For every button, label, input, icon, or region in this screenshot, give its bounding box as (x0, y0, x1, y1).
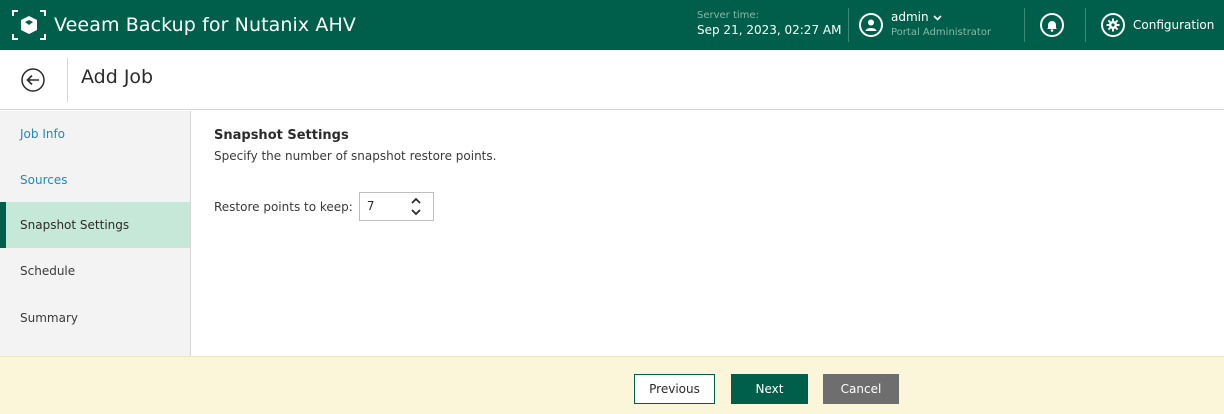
cancel-button[interactable]: Cancel (823, 374, 899, 404)
active-step-pointer (185, 229, 191, 241)
step-job-info[interactable]: Job Info (0, 111, 190, 157)
previous-button[interactable]: Previous (634, 374, 715, 404)
restore-points-value[interactable]: 7 (367, 199, 375, 213)
bell-icon[interactable] (1040, 13, 1064, 37)
divider (848, 8, 849, 42)
divider (1024, 8, 1025, 42)
brand: Veeam Backup for Nutanix AHV (10, 0, 356, 50)
section-title: Snapshot Settings (214, 128, 349, 143)
veeam-logo-icon (12, 10, 46, 40)
chevron-up-icon[interactable] (409, 196, 423, 206)
step-summary[interactable]: Summary (0, 295, 190, 341)
section-description: Specify the number of snapshot restore p… (214, 149, 497, 163)
user-icon (859, 13, 883, 37)
step-schedule[interactable]: Schedule (0, 248, 190, 294)
chevron-down-icon (933, 12, 942, 26)
wizard-footer: Previous Next Cancel (0, 356, 1224, 414)
server-time-label: Server time: (697, 10, 759, 21)
arrow-left-icon[interactable] (21, 68, 45, 92)
restore-points-stepper[interactable]: 7 (358, 192, 434, 221)
step-content: Snapshot Settings Specify the number of … (214, 128, 497, 221)
server-time: Server time: Sep 21, 2023, 02:27 AM (697, 10, 842, 38)
restore-points-label: Restore points to keep: (214, 199, 353, 214)
chevron-down-icon[interactable] (409, 207, 423, 217)
configuration-label: Configuration (1133, 18, 1215, 32)
wizard-steps-sidebar: Job Info Sources Snapshot Settings Sched… (0, 111, 191, 356)
divider (67, 58, 68, 102)
gear-icon (1101, 13, 1125, 37)
top-bar: Veeam Backup for Nutanix AHV Server time… (0, 0, 1224, 50)
user-role: Portal Administrator (891, 27, 992, 38)
user-menu[interactable]: admin Portal Administrator (859, 9, 991, 41)
divider (1085, 8, 1086, 42)
step-sources[interactable]: Sources (0, 157, 190, 203)
restore-points-row: Restore points to keep: 7 (214, 192, 434, 221)
step-snapshot-settings[interactable]: Snapshot Settings (0, 202, 190, 248)
configuration-button[interactable]: Configuration (1101, 13, 1214, 37)
page-header: Add Job (0, 50, 1224, 110)
server-time-value: Sep 21, 2023, 02:27 AM (697, 23, 842, 37)
page-title: Add Job (81, 66, 154, 88)
app-title: Veeam Backup for Nutanix AHV (54, 14, 356, 36)
user-name: admin (891, 10, 929, 24)
next-button[interactable]: Next (731, 374, 808, 404)
